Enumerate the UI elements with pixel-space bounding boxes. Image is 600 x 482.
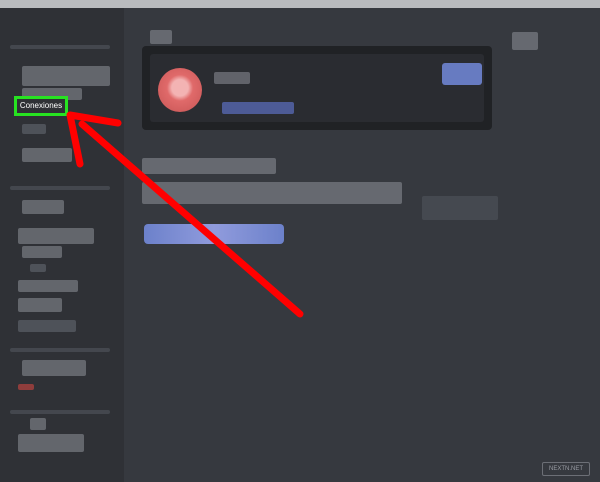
info-heading [142,158,276,174]
sidebar-item-13[interactable] [30,418,46,430]
info-subtext [422,196,498,220]
sidebar-item-3[interactable] [22,124,46,134]
sidebar-divider [10,186,110,190]
sidebar-divider [10,410,110,414]
top-bar [0,0,600,8]
edit-button[interactable] [442,63,482,85]
sidebar-item-logout[interactable] [18,384,34,390]
avatar[interactable] [158,68,202,112]
account-card-inner [150,54,484,122]
watermark: NEXTN.NET [542,462,590,476]
username [214,72,250,84]
sidebar [0,8,124,482]
sidebar-item-8[interactable] [30,264,46,272]
sidebar-item-10[interactable] [18,298,62,312]
account-card [142,46,492,130]
sidebar-item-7[interactable] [22,246,62,258]
sidebar-divider [10,348,110,352]
sidebar-item-12[interactable] [22,360,86,376]
sidebar-item-conexiones[interactable]: Conexiones [14,96,68,116]
info-text [142,182,402,204]
sidebar-item-1[interactable] [22,66,110,86]
status-bar [144,224,284,244]
sidebar-item-9[interactable] [18,280,78,292]
discriminator [222,102,294,114]
sidebar-item-11[interactable] [18,320,76,332]
sidebar-item-14[interactable] [18,434,84,452]
sidebar-item-4[interactable] [22,148,72,162]
sidebar-header [10,45,110,49]
section-title [150,30,172,44]
close-icon[interactable] [512,32,538,50]
sidebar-item-6[interactable] [18,228,94,244]
sidebar-item-5[interactable] [22,200,64,214]
